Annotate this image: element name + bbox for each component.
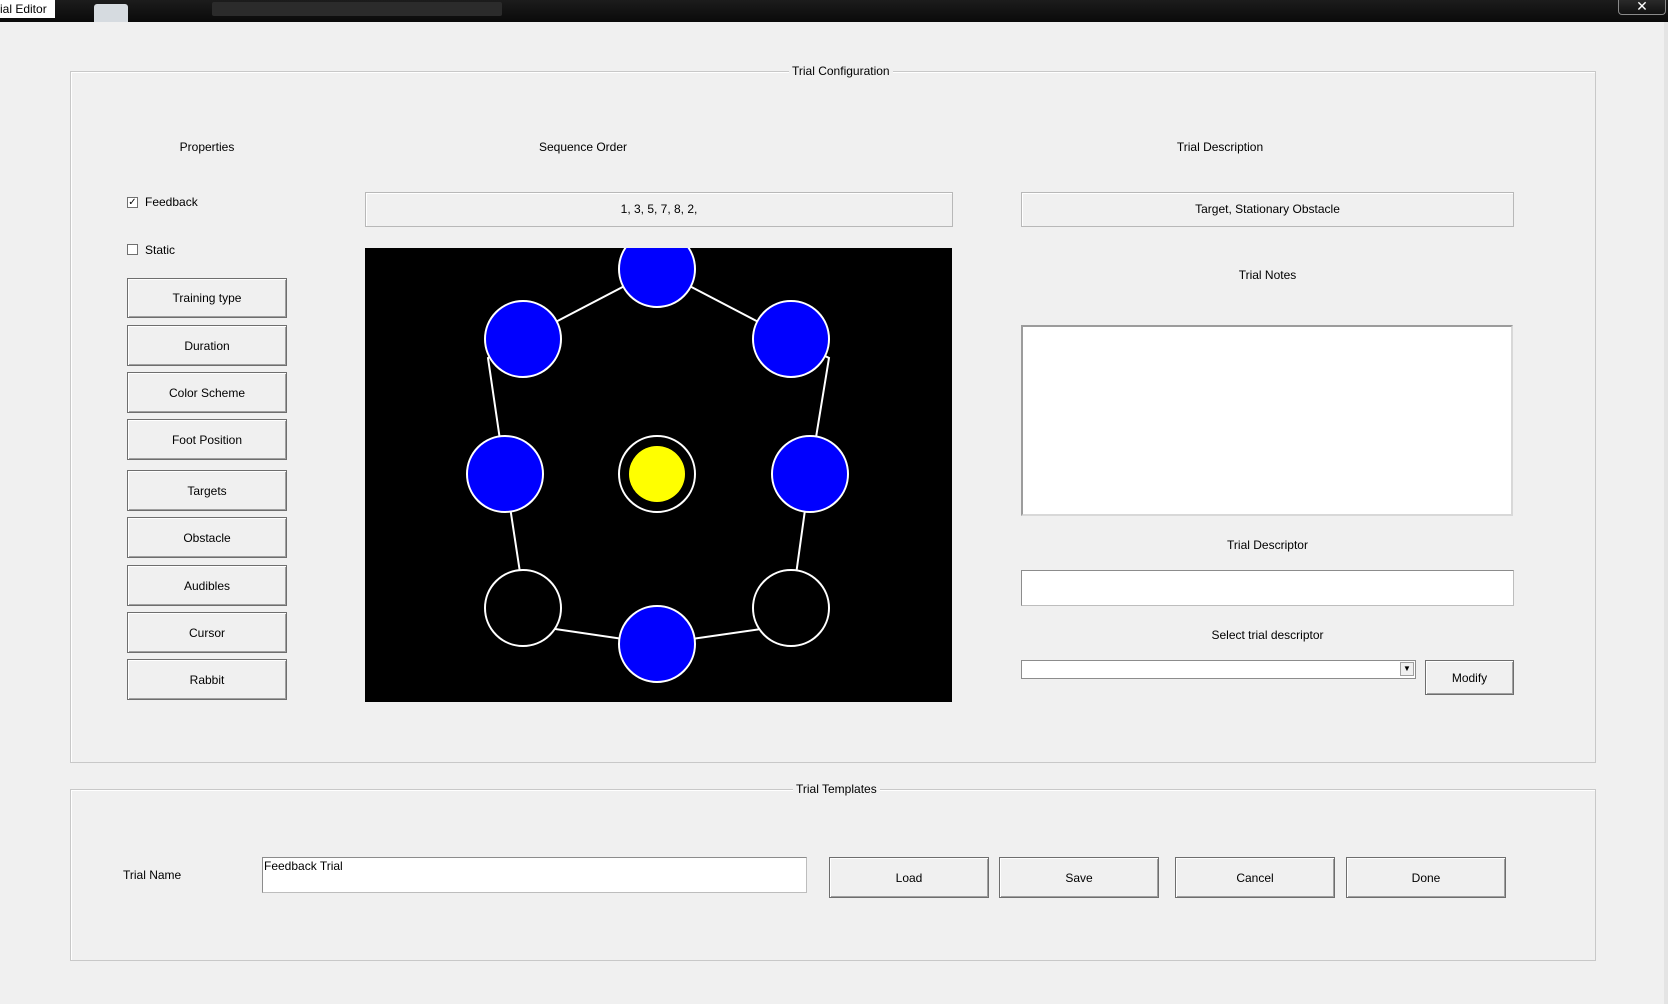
- trial-preview-graphic: [466, 248, 849, 683]
- obstacle-button[interactable]: Obstacle: [127, 517, 287, 558]
- window-title: ial Editor: [0, 0, 55, 18]
- close-icon: ✕: [1636, 0, 1648, 14]
- target-6-active: [618, 605, 696, 683]
- audibles-button[interactable]: Audibles: [127, 565, 287, 606]
- target-3-active: [752, 300, 830, 378]
- save-button[interactable]: Save: [999, 857, 1159, 898]
- trial-descriptor-input[interactable]: [1021, 570, 1514, 606]
- trial-name-label: Trial Name: [123, 868, 182, 882]
- trial-description-field: Target, Stationary Obstacle: [1021, 192, 1514, 227]
- check-icon: ✓: [128, 197, 137, 208]
- chevron-down-icon[interactable]: ▼: [1400, 662, 1414, 676]
- sequence-order-heading: Sequence Order: [538, 140, 628, 154]
- center-cursor: [629, 446, 685, 502]
- trial-descriptor-dropdown[interactable]: ▼: [1021, 660, 1416, 679]
- foot-position-button[interactable]: Foot Position: [127, 419, 287, 460]
- rabbit-button[interactable]: Rabbit: [127, 659, 287, 700]
- target-4-active: [466, 435, 544, 513]
- target-5-inactive: [484, 569, 562, 647]
- static-label: Static: [145, 243, 176, 257]
- modify-button[interactable]: Modify: [1425, 660, 1514, 695]
- trial-name-input[interactable]: [262, 857, 807, 893]
- trial-description-heading: Trial Description: [1176, 140, 1264, 154]
- trial-description-value: Target, Stationary Obstacle: [1195, 202, 1340, 216]
- cancel-button[interactable]: Cancel: [1175, 857, 1335, 898]
- duration-button[interactable]: Duration: [127, 325, 287, 366]
- taskbar-tab: [94, 4, 128, 22]
- window-edge: [1664, 22, 1668, 1004]
- trial-notes-heading: Trial Notes: [1238, 268, 1297, 282]
- training-type-button[interactable]: Training type: [127, 278, 287, 318]
- target-1-active: [618, 248, 696, 308]
- properties-heading: Properties: [179, 140, 235, 154]
- done-button[interactable]: Done: [1346, 857, 1506, 898]
- target-2-active: [484, 300, 562, 378]
- target-7-inactive: [752, 569, 830, 647]
- blurred-taskbar-text: [212, 2, 502, 16]
- targets-button[interactable]: Targets: [127, 470, 287, 511]
- target-8-active: [771, 435, 849, 513]
- trial-preview-canvas[interactable]: [365, 248, 952, 702]
- color-scheme-button[interactable]: Color Scheme: [127, 372, 287, 413]
- select-trial-descriptor-heading: Select trial descriptor: [1211, 628, 1324, 642]
- sequence-order-field: 1, 3, 5, 7, 8, 2,: [365, 192, 953, 227]
- static-checkbox[interactable]: [127, 244, 138, 255]
- trial-notes-textarea[interactable]: [1021, 325, 1513, 516]
- trial-configuration-legend: Trial Configuration: [789, 64, 893, 78]
- cursor-button[interactable]: Cursor: [127, 612, 287, 653]
- trial-templates-legend: Trial Templates: [793, 782, 880, 796]
- feedback-label: Feedback: [145, 195, 198, 209]
- center-marker: [618, 435, 696, 513]
- feedback-checkbox[interactable]: ✓: [127, 197, 138, 208]
- title-bar: ial Editor ✕: [0, 0, 1668, 22]
- sequence-order-value: 1, 3, 5, 7, 8, 2,: [620, 202, 698, 216]
- load-button[interactable]: Load: [829, 857, 989, 898]
- trial-descriptor-heading: Trial Descriptor: [1227, 538, 1308, 552]
- close-button[interactable]: ✕: [1618, 0, 1666, 15]
